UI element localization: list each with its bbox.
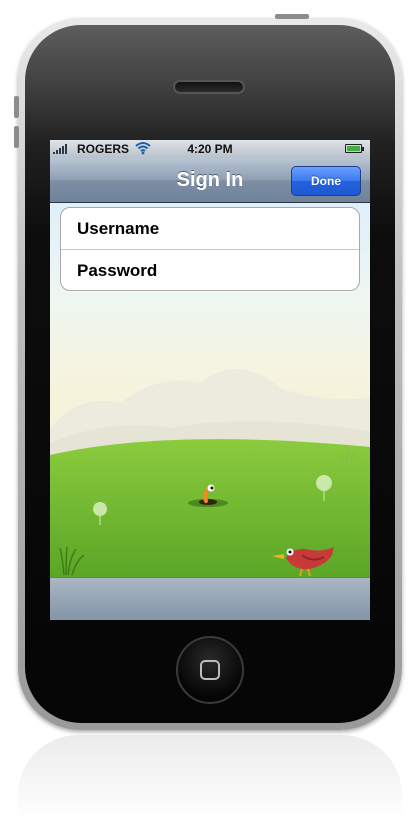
battery-icon: [345, 144, 364, 153]
volume-down-button[interactable]: [14, 126, 19, 148]
password-label: Password: [77, 261, 158, 280]
status-bar: ROGERS 4:20 PM: [50, 140, 370, 158]
phone-reflection: [18, 735, 402, 820]
bottom-toolbar: [50, 577, 370, 620]
screen: ROGERS 4:20 PM Sign In Done Username Pas…: [50, 140, 370, 620]
volume-up-button[interactable]: [14, 96, 19, 118]
earpiece-speaker: [173, 80, 245, 94]
password-field[interactable]: Password: [61, 250, 359, 292]
home-button[interactable]: [176, 636, 244, 704]
navigation-bar: Sign In Done: [50, 158, 370, 203]
username-label: Username: [77, 219, 160, 238]
username-field[interactable]: Username: [61, 208, 359, 250]
status-time: 4:20 PM: [187, 142, 233, 156]
sign-in-form: Username Password: [60, 207, 360, 291]
done-button[interactable]: Done: [291, 166, 361, 196]
sleep-button[interactable]: [275, 14, 309, 19]
